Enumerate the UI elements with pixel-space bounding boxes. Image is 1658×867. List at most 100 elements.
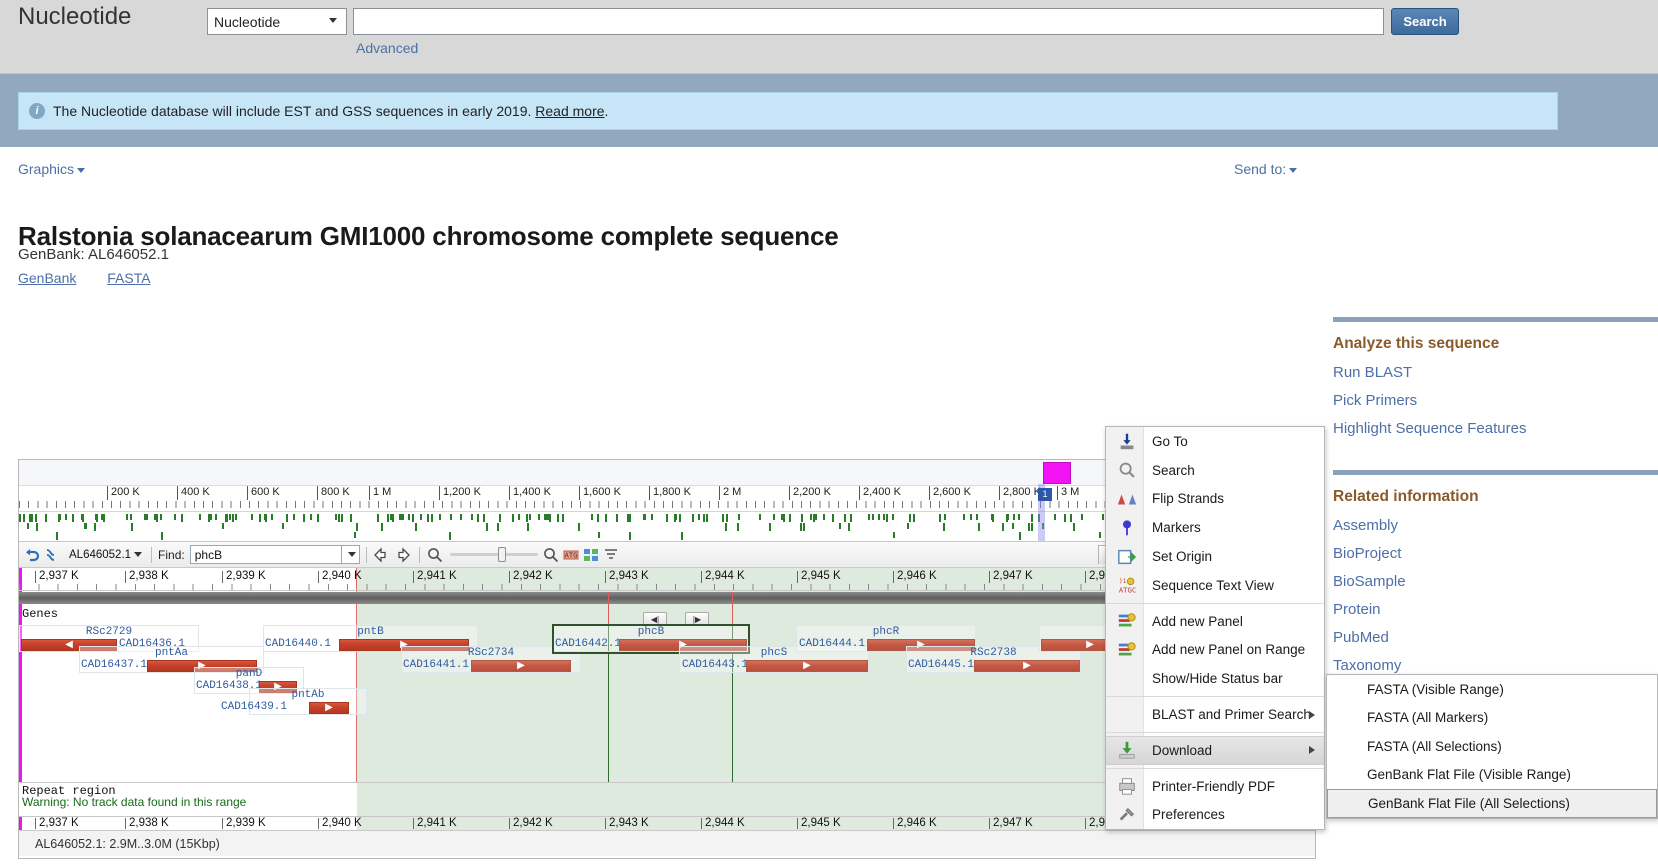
read-more-link[interactable]: Read more [535, 103, 604, 119]
gene-accession-label: CAD16443.1 [682, 659, 748, 672]
nav-forward-icon[interactable] [393, 546, 411, 564]
sidebar-link-pick-primers[interactable]: Pick Primers [1333, 392, 1658, 409]
tools-menu-item-show-hide-status-bar[interactable]: Show/Hide Status bar [1106, 664, 1324, 693]
repeat-track-warning: Warning: No track data found in this ran… [22, 795, 246, 809]
undo-icon[interactable] [23, 546, 41, 564]
overview-feature-tick [726, 514, 728, 520]
overview-marker-tag[interactable]: 1 [1038, 488, 1052, 501]
accession-dropdown[interactable]: AL646052.1 [69, 549, 142, 561]
overview-feature-tick [450, 514, 452, 520]
menu-item-label: Add new Panel [1152, 614, 1243, 629]
overview-feature-tick [354, 532, 356, 538]
genbank-link[interactable]: GenBank [18, 270, 76, 286]
sidebar-link-run-blast[interactable]: Run BLAST [1333, 364, 1658, 381]
sidebar-link-highlight-sequence-features[interactable]: Highlight Sequence Features [1333, 420, 1658, 437]
reload-icon[interactable] [43, 546, 61, 564]
tools-menu-item-add-new-panel-on-range[interactable]: Add new Panel on Range [1106, 636, 1324, 665]
download-menu-item-fasta-all-selections[interactable]: FASTA (All Selections) [1327, 732, 1657, 761]
menu-item-label: Flip Strands [1152, 491, 1224, 506]
overview-feature-tick [181, 514, 183, 520]
sidebar-link-bioproject[interactable]: BioProject [1333, 545, 1658, 562]
overview-feature-tick [872, 514, 874, 520]
overview-feature-tick [471, 514, 473, 520]
tools-menu-item-printer-friendly-pdf[interactable]: Printer-Friendly PDF [1106, 772, 1324, 801]
tools-menu-item-blast-and-primer-search[interactable]: BLAST and Primer Search [1106, 700, 1324, 729]
zoom-out-icon[interactable] [426, 546, 444, 564]
graphics-format-label: Graphics [18, 161, 74, 177]
overview-feature-tick [943, 523, 945, 531]
tools-menu-item-search[interactable]: Search [1106, 456, 1324, 485]
menu-item-label: FASTA (All Selections) [1367, 739, 1502, 754]
overview-feature-tick [725, 523, 727, 531]
overview-feature-tick [848, 523, 850, 531]
overview-feature-tick [813, 514, 815, 522]
sidebar-link-protein[interactable]: Protein [1333, 601, 1658, 618]
database-select[interactable]: Nucleotide [207, 8, 347, 35]
send-to-link[interactable]: Send to: [1234, 161, 1297, 177]
sidebar-link-taxonomy[interactable]: Taxonomy [1333, 657, 1658, 674]
find-dropdown-button[interactable] [342, 545, 360, 564]
search-input[interactable] [353, 8, 1384, 35]
overview-selection-marker[interactable] [1043, 462, 1071, 484]
ruler-tick-label: 2,947 K [989, 571, 1033, 583]
overview-feature-tick [1019, 532, 1021, 540]
sidebar-link-assembly[interactable]: Assembly [1333, 517, 1658, 534]
overview-feature-tick [356, 523, 358, 531]
tools-menu-item-markers[interactable]: Markers [1106, 513, 1324, 542]
menu-item-label: Go To [1152, 434, 1188, 449]
strand-right-arrow-icon: ▶ [1086, 640, 1094, 650]
gene-strand-bar[interactable]: ▶ [974, 660, 1080, 672]
zoom-in-icon[interactable] [542, 546, 560, 564]
overview-feature-tick [944, 514, 946, 520]
search-button[interactable]: Search [1391, 8, 1459, 35]
overview-feature-tick [341, 514, 343, 522]
sequence-view-icon[interactable]: ATG [562, 546, 580, 564]
graphics-format-link[interactable]: Graphics [18, 161, 85, 177]
overview-feature-tick [251, 514, 253, 520]
add-panel-icon [1116, 610, 1138, 632]
gene-strand-bar[interactable]: ▶ [471, 660, 571, 672]
overview-feature-tick [286, 514, 288, 522]
find-input[interactable] [190, 545, 342, 564]
menu-item-label: Search [1152, 463, 1195, 478]
set-origin-icon [1116, 546, 1138, 568]
gene-strand-bar[interactable]: ▶ [746, 660, 868, 672]
menu-item-label: Printer-Friendly PDF [1152, 779, 1275, 794]
sidebar-link-pubmed[interactable]: PubMed [1333, 629, 1658, 646]
tools-menu-item-preferences[interactable]: Preferences [1106, 801, 1324, 830]
collapse-icon[interactable] [602, 546, 620, 564]
tools-menu-item-add-new-panel[interactable]: Add new Panel [1106, 607, 1324, 636]
overview-feature-tick [27, 523, 29, 529]
overview-feature-tick [271, 514, 273, 520]
tools-menu-item-set-origin[interactable]: Set Origin [1106, 542, 1324, 571]
nav-back-icon[interactable] [373, 546, 391, 564]
menu-separator [1106, 732, 1324, 733]
fasta-link[interactable]: FASTA [107, 270, 150, 286]
zoom-slider[interactable] [450, 553, 538, 556]
gene-strand-bar[interactable]: ▶ [309, 702, 349, 714]
tools-menu-item-sequence-text-view[interactable]: )1ATGCSequence Text View [1106, 571, 1324, 600]
overview-feature-tick [738, 514, 740, 520]
overview-feature-tick [317, 514, 319, 522]
overview-tick-label: 2,600 K [929, 486, 971, 500]
overview-tick-label: 2,800 K [999, 486, 1041, 500]
panels-icon[interactable] [582, 546, 600, 564]
overview-feature-tick [160, 514, 162, 520]
zoom-slider-thumb[interactable] [498, 547, 506, 562]
strand-right-arrow-icon: ▶ [517, 661, 525, 671]
sidebar-link-biosample[interactable]: BioSample [1333, 573, 1658, 590]
download-menu-item-fasta-visible-range[interactable]: FASTA (Visible Range) [1327, 675, 1657, 704]
tools-menu-item-download[interactable]: Download [1106, 736, 1324, 765]
bottom-ruler-tick-label: 2,937 K [35, 818, 79, 829]
tools-menu-item-flip-strands[interactable]: Flip Strands [1106, 485, 1324, 514]
advanced-search-link[interactable]: Advanced [356, 40, 418, 56]
overview-feature-tick [674, 514, 676, 522]
download-menu-item-fasta-all-markers[interactable]: FASTA (All Markers) [1327, 704, 1657, 733]
download-menu-item-genbank-flat-file-all-selections[interactable]: GenBank Flat File (All Selections) [1327, 789, 1657, 818]
overview-feature-tick [303, 514, 305, 522]
download-menu-item-genbank-flat-file-visible-range[interactable]: GenBank Flat File (Visible Range) [1327, 761, 1657, 790]
overview-feature-tick [706, 514, 708, 522]
overview-feature-tick [1064, 514, 1066, 522]
tools-menu-item-go-to[interactable]: Go To [1106, 427, 1324, 456]
bottom-ruler-tick-label: 2,940 K [318, 818, 362, 829]
